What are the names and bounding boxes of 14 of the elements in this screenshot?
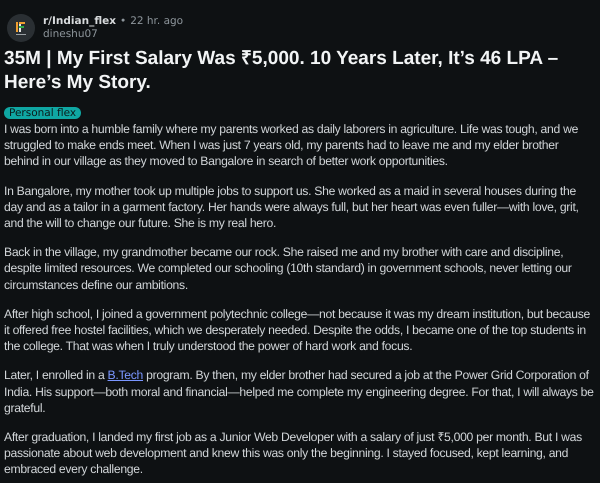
body-paragraph: I was born into a humble family where my parents worked as daily laborers in agriculture. Life was tough, and we struggled to make ends meet. When I was just 7 years old, my parents had to leave me and my elder brother behind in our village as they moved to Bangalore in search of better work opportunities. — [4, 121, 580, 170]
post-title: 35M | My First Salary Was ₹5,000. 10 Years Later, It’s 46 LPA – Here’s My Story. — [4, 47, 560, 95]
link[interactable]: B.Tech — [108, 368, 144, 382]
body-paragraph: Later, I enrolled in a B.Tech program. By then, my elder brother had secured a job at the Power Grid Corporation of India. His support—both moral and financial—helped me complete my engineering degree. For that, I will always be grateful. — [4, 367, 595, 416]
post-flair[interactable]: Personal flex — [4, 107, 82, 119]
separator-dot: • — [120, 15, 126, 28]
body-paragraph: After graduation, I landed my first job as a Junior Web Developer with a salary of just ₹5,000 per month. But I was passionate about web development and knew this was only the beginning. I stayed focused, kept learning, and embraced every challenge. — [4, 429, 583, 478]
subreddit-logo-icon — [7, 14, 35, 42]
author-name[interactable]: dineshu07 — [43, 28, 184, 41]
body-paragraph: In Bangalore, my mother took up multiple jobs to support us. She worked as a maid in several houses during the day and as a tailor in a garment factory. Her hands were always full, but her heart was even fuller—with love, grit, and the will to change our future. She is my real hero. — [4, 182, 580, 232]
body-paragraph: After high school, I joined a government polytechnic college—not because it was my dream institution, but because it offered free hostel facilities, which we desperately needed. Despite the odds, I became one of the top students in the college. That was when I truly understood the power of hard work and focus. — [4, 306, 591, 354]
body-paragraph: Back in the village, my grandmother became our rock. She raised me and my brother with care and discipline, despite limited resources. We completed our schooling (10th standard) in government schools, never letting our circumstances define our ambitions. — [4, 244, 573, 293]
post-time: 22 hr. ago — [130, 15, 184, 28]
subreddit-name[interactable]: r/Indian_flex — [43, 15, 116, 28]
